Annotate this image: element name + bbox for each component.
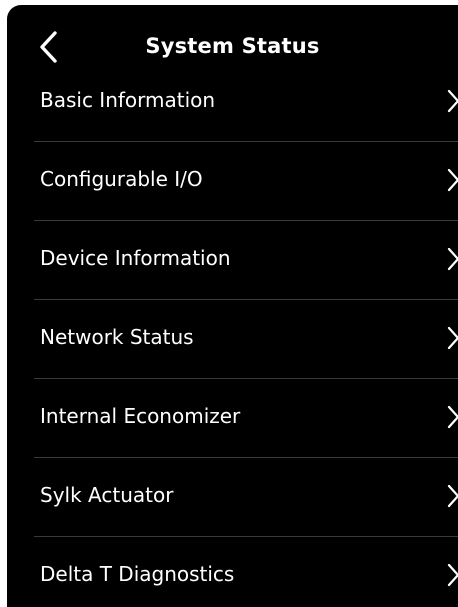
chevron-right-icon [447,247,458,271]
menu-item-label: Device Information [40,246,231,270]
menu-item-device-information[interactable]: Device Information [7,221,458,300]
menu-item-internal-economizer[interactable]: Internal Economizer [7,379,458,458]
status-menu: Basic Information Configurable I/O Devic… [7,63,458,607]
menu-item-configurable-io[interactable]: Configurable I/O [7,142,458,221]
menu-item-network-status[interactable]: Network Status [7,300,458,379]
menu-item-label: Internal Economizer [40,404,241,428]
menu-item-delta-t-diagnostics[interactable]: Delta T Diagnostics [7,537,458,607]
menu-item-label: Configurable I/O [40,167,203,191]
chevron-right-icon [447,563,458,587]
chevron-right-icon [447,484,458,508]
chevron-right-icon [447,89,458,113]
menu-item-label: Delta T Diagnostics [40,562,235,586]
device-screen: System Status Basic Information Configur… [7,5,458,607]
chevron-right-icon [447,326,458,350]
page-title: System Status [145,34,320,58]
menu-item-basic-information[interactable]: Basic Information [7,63,458,142]
menu-item-label: Sylk Actuator [40,483,174,507]
menu-item-label: Network Status [40,325,194,349]
chevron-right-icon [447,405,458,429]
menu-item-sylk-actuator[interactable]: Sylk Actuator [7,458,458,537]
chevron-right-icon [447,168,458,192]
menu-item-label: Basic Information [40,88,216,112]
